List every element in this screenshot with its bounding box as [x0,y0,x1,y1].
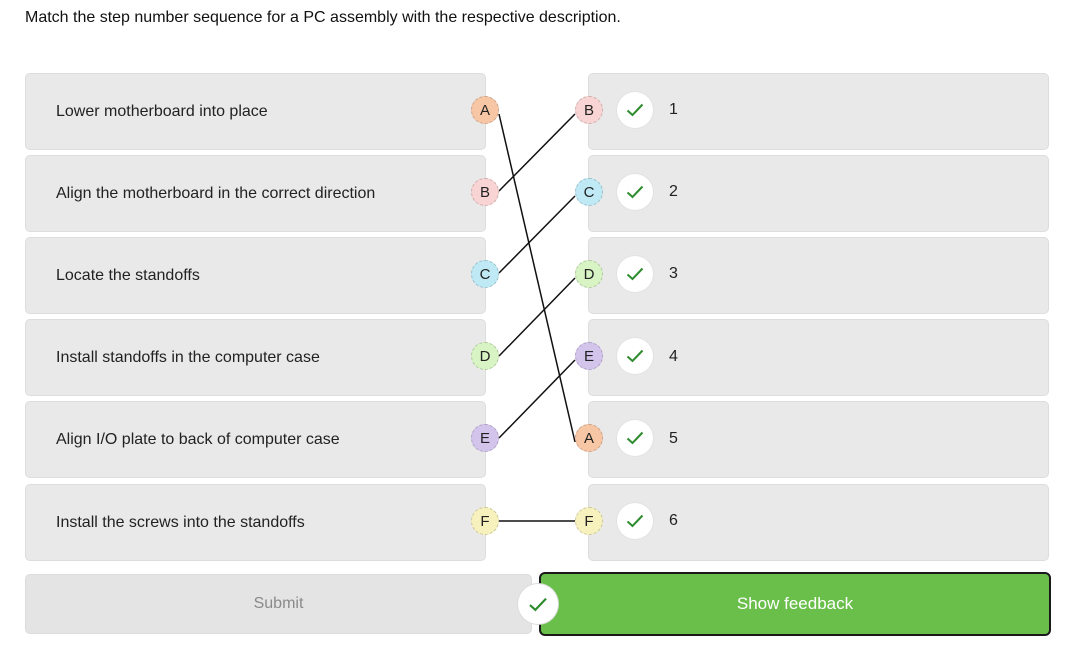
right-item-4[interactable] [588,319,1049,396]
check-icon [617,256,653,292]
left-badge-a[interactable]: A [471,96,499,124]
left-item-2[interactable]: Align the motherboard in the correct dir… [25,155,486,232]
submit-button[interactable]: Submit [25,574,532,634]
left-badge-f[interactable]: F [471,507,499,535]
right-badge-d[interactable]: D [575,260,603,288]
right-badge-f[interactable]: F [575,507,603,535]
step-number: 6 [669,512,678,529]
right-item-1[interactable] [588,73,1049,150]
step-number: 1 [669,101,678,118]
left-item-label: Align I/O plate to back of computer case [56,430,340,448]
right-badge-b[interactable]: B [575,96,603,124]
left-badge-b[interactable]: B [471,178,499,206]
left-item-5[interactable]: Align I/O plate to back of computer case [25,401,486,478]
check-icon [617,338,653,374]
right-item-5[interactable] [588,401,1049,478]
left-item-label: Align the motherboard in the correct dir… [56,184,376,202]
left-item-label: Install standoffs in the computer case [56,348,320,366]
question-prompt: Match the step number sequence for a PC … [25,9,621,26]
right-badge-a[interactable]: A [575,424,603,452]
match-line-e [498,359,576,439]
match-line-c [498,195,576,274]
right-item-6[interactable] [588,484,1049,561]
check-icon [617,420,653,456]
left-item-6[interactable]: Install the screws into the standoffs [25,484,486,561]
left-item-label: Locate the standoffs [56,266,200,284]
check-icon [617,174,653,210]
left-item-label: Lower motherboard into place [56,102,268,120]
step-number: 2 [669,183,678,200]
show-feedback-button[interactable]: Show feedback [539,572,1051,636]
left-item-1[interactable]: Lower motherboard into place [25,73,486,150]
left-item-4[interactable]: Install standoffs in the computer case [25,319,486,396]
match-line-d [498,277,576,357]
right-item-2[interactable] [588,155,1049,232]
match-line-a [498,113,576,443]
right-item-3[interactable] [588,237,1049,314]
step-number: 5 [669,430,678,447]
left-badge-d[interactable]: D [471,342,499,370]
check-icon [617,92,653,128]
match-line-b [498,113,576,192]
step-number: 4 [669,348,678,365]
step-number: 3 [669,265,678,282]
right-badge-c[interactable]: C [575,178,603,206]
check-icon [617,503,653,539]
left-item-label: Install the screws into the standoffs [56,513,305,531]
left-badge-e[interactable]: E [471,424,499,452]
left-badge-c[interactable]: C [471,260,499,288]
check-icon [518,584,558,624]
left-item-3[interactable]: Locate the standoffs [25,237,486,314]
right-badge-e[interactable]: E [575,342,603,370]
